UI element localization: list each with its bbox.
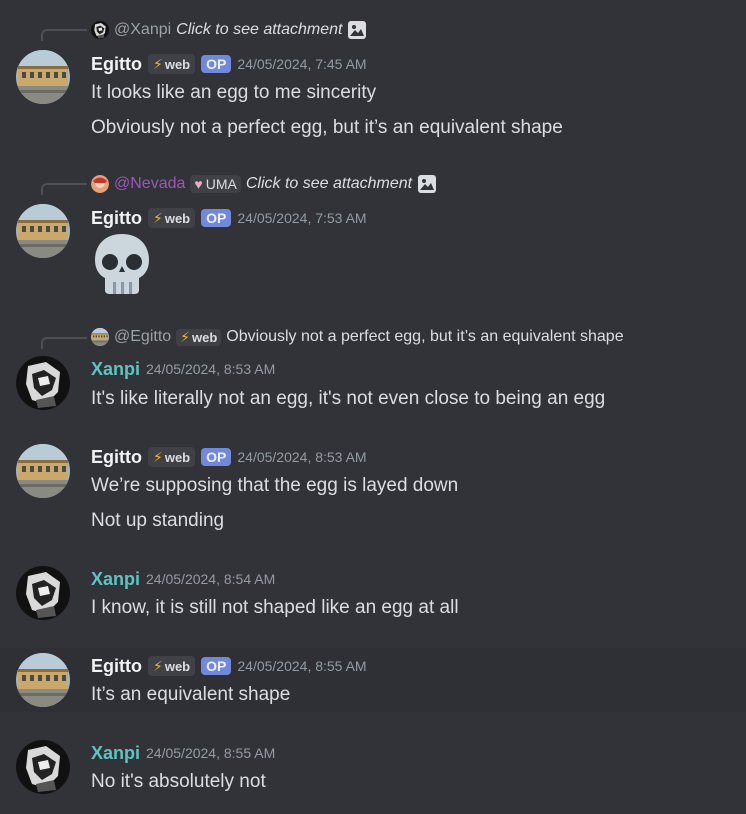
username[interactable]: Egitto bbox=[91, 54, 142, 75]
timestamp[interactable]: 24/05/2024, 8:53 AM bbox=[237, 449, 366, 465]
message-text: No it's absolutely not bbox=[91, 771, 266, 792]
avatar[interactable] bbox=[16, 356, 70, 410]
reply-author[interactable]: @Nevada bbox=[114, 175, 185, 193]
message-group: Xanpi 24/05/2024, 8:54 AM I know, it is … bbox=[0, 562, 746, 632]
op-badge: OP bbox=[201, 209, 232, 227]
avatar[interactable] bbox=[16, 566, 70, 620]
avatar bbox=[91, 328, 109, 346]
reply-text[interactable]: Obviously not a perfect egg, but it’s an… bbox=[226, 328, 623, 346]
skull-emoji[interactable] bbox=[91, 232, 153, 296]
timestamp[interactable]: 24/05/2024, 7:45 AM bbox=[237, 56, 366, 72]
message-group: Xanpi 24/05/2024, 8:55 AM No it's absolu… bbox=[0, 736, 746, 806]
reply-connector bbox=[41, 29, 87, 41]
reply-author[interactable]: @Xanpi bbox=[114, 21, 171, 39]
message-text: It looks like an egg to me sincerity bbox=[91, 82, 377, 103]
server-tag[interactable]: ⚡ web bbox=[148, 447, 196, 467]
message-group: @Nevada ♥ UMA Click to see attachment Egi… bbox=[0, 168, 746, 308]
op-badge: OP bbox=[201, 55, 232, 73]
op-badge: OP bbox=[201, 448, 232, 466]
server-tag[interactable]: ⚡ web bbox=[148, 656, 196, 676]
timestamp[interactable]: 24/05/2024, 8:55 AM bbox=[146, 745, 275, 761]
op-badge: OP bbox=[201, 657, 232, 675]
reply-connector bbox=[41, 337, 87, 349]
lightning-icon: ⚡ bbox=[153, 209, 163, 226]
avatar[interactable] bbox=[16, 740, 70, 794]
timestamp[interactable]: 24/05/2024, 7:53 AM bbox=[237, 210, 366, 226]
reply-text[interactable]: Click to see attachment bbox=[246, 175, 412, 193]
message-header: Egitto ⚡ web OP 24/05/2024, 7:53 AM bbox=[91, 206, 367, 230]
lightning-icon: ⚡ bbox=[153, 448, 163, 465]
username[interactable]: Xanpi bbox=[91, 743, 140, 764]
heart-icon: ♥ bbox=[194, 176, 203, 192]
message-header: Xanpi 24/05/2024, 8:53 AM bbox=[91, 357, 275, 381]
message-text: We’re supposing that the egg is layed do… bbox=[91, 475, 459, 496]
lightning-icon: ⚡ bbox=[153, 657, 163, 674]
message-header: Egitto ⚡ web OP 24/05/2024, 7:45 AM bbox=[91, 52, 367, 76]
reply-text[interactable]: Click to see attachment bbox=[176, 21, 342, 39]
server-tag-label: web bbox=[164, 449, 191, 465]
timestamp[interactable]: 24/05/2024, 8:53 AM bbox=[146, 361, 275, 377]
avatar[interactable] bbox=[16, 653, 70, 707]
server-tag-label: web bbox=[164, 658, 191, 674]
message-header: Egitto ⚡ web OP 24/05/2024, 8:55 AM bbox=[91, 654, 367, 678]
timestamp[interactable]: 24/05/2024, 8:54 AM bbox=[146, 571, 275, 587]
server-tag-label: web bbox=[192, 329, 218, 345]
role-badge-label: UMA bbox=[205, 176, 237, 192]
server-tag[interactable]: ⚡ web bbox=[148, 54, 196, 74]
message-header: Egitto ⚡ web OP 24/05/2024, 8:53 AM bbox=[91, 445, 367, 469]
message-group: @Egitto ⚡ web Obviously not a perfect egg… bbox=[0, 322, 746, 422]
avatar[interactable] bbox=[16, 204, 70, 258]
username[interactable]: Egitto bbox=[91, 447, 142, 468]
reply-author[interactable]: @Egitto bbox=[114, 328, 171, 346]
username[interactable]: Xanpi bbox=[91, 359, 140, 380]
message-text: Not up standing bbox=[91, 510, 225, 531]
message-group: @Xanpi Click to see attachment Egitto ⚡ w… bbox=[0, 14, 746, 154]
reply-preview[interactable]: @Nevada ♥ UMA Click to see attachment bbox=[91, 173, 437, 195]
avatar[interactable] bbox=[16, 444, 70, 498]
server-tag-label: web bbox=[164, 56, 191, 72]
message-group: Egitto ⚡ web OP 24/05/2024, 8:55 AM It’s … bbox=[0, 648, 746, 712]
username[interactable]: Egitto bbox=[91, 656, 142, 677]
message-group: Egitto ⚡ web OP 24/05/2024, 8:53 AM We’re… bbox=[0, 440, 746, 540]
avatar[interactable] bbox=[16, 50, 70, 104]
lightning-icon: ⚡ bbox=[153, 55, 163, 72]
reply-preview[interactable]: @Xanpi Click to see attachment bbox=[91, 19, 367, 41]
timestamp[interactable]: 24/05/2024, 8:55 AM bbox=[237, 658, 366, 674]
server-tag[interactable]: ⚡ web bbox=[148, 208, 196, 228]
message-header: Xanpi 24/05/2024, 8:54 AM bbox=[91, 567, 275, 591]
server-tag-label: web bbox=[164, 210, 191, 226]
avatar bbox=[91, 175, 109, 193]
message-header: Xanpi 24/05/2024, 8:55 AM bbox=[91, 741, 275, 765]
avatar bbox=[91, 21, 109, 39]
message-text: Obviously not a perfect egg, but it’s an… bbox=[91, 117, 563, 138]
reply-preview[interactable]: @Egitto ⚡ web Obviously not a perfect egg… bbox=[91, 326, 624, 348]
image-icon bbox=[347, 20, 367, 40]
lightning-icon: ⚡ bbox=[180, 328, 190, 345]
reply-connector bbox=[41, 183, 87, 195]
message-text: It’s an equivalent shape bbox=[91, 684, 291, 705]
message-text: I know, it is still not shaped like an e… bbox=[91, 597, 459, 618]
message-text: It's like literally not an egg, it's not… bbox=[91, 388, 606, 409]
role-badge: ♥ UMA bbox=[190, 175, 241, 193]
server-tag[interactable]: ⚡ web bbox=[176, 328, 222, 346]
username[interactable]: Egitto bbox=[91, 208, 142, 229]
image-icon bbox=[417, 174, 437, 194]
username[interactable]: Xanpi bbox=[91, 569, 140, 590]
